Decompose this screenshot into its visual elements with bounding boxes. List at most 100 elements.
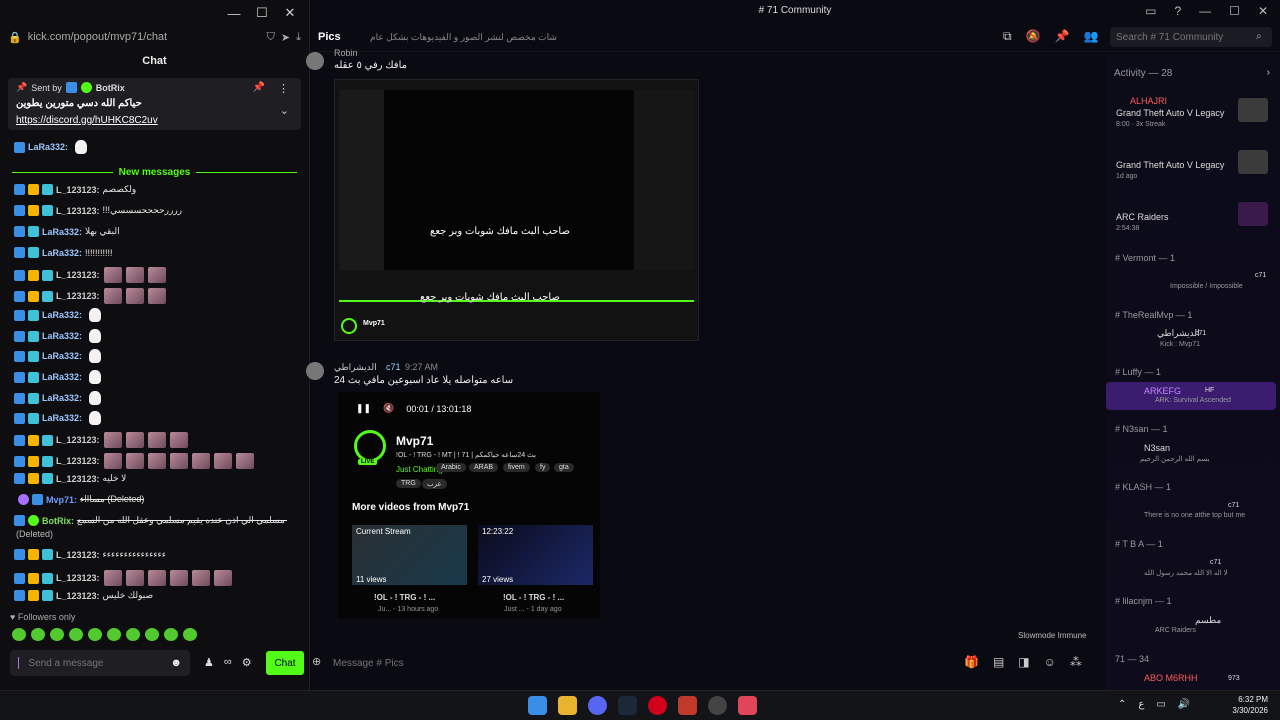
stream-tag[interactable]: عرب [422, 479, 447, 489]
opera-icon[interactable] [648, 696, 667, 715]
emote-icon[interactable] [12, 628, 26, 641]
pin-icon[interactable]: 📌 [1055, 29, 1070, 44]
chat-username[interactable]: L_123123: [56, 591, 100, 601]
avatar[interactable] [306, 52, 324, 70]
avatar[interactable] [306, 362, 324, 380]
chat-username[interactable]: LaRa332: [42, 331, 82, 341]
chat-username[interactable]: LaRa332: [28, 142, 68, 152]
stream-tag[interactable]: Arabic [436, 463, 466, 472]
attached-screenshot[interactable]: صاحب البث مافك شوبات وبر جعع صاحب البث م… [334, 79, 699, 341]
download-icon[interactable]: ⤓ [296, 31, 301, 44]
chat-username[interactable]: Mvp71: [46, 495, 77, 505]
chat-username[interactable]: BotRix: [42, 516, 74, 526]
video-embed[interactable]: ❚❚ 🔇 00:01 / 13:01:18 LIVE Mvp71 !OL - !… [338, 392, 600, 619]
app-icon[interactable] [708, 696, 727, 715]
chat-username[interactable]: LaRa332: [42, 413, 82, 423]
emoji-icon[interactable]: ☻ [170, 657, 182, 669]
chat-message-input[interactable] [28, 657, 161, 669]
highlighted-member[interactable] [1106, 382, 1276, 410]
video-title[interactable]: !OL - ! TRG - ! ... [374, 593, 435, 602]
windows-start-icon[interactable] [528, 696, 547, 715]
tray-chevron-icon[interactable]: ⌃ [1118, 699, 1126, 710]
member-name[interactable]: مطسم [1195, 615, 1221, 626]
language-indicator[interactable]: ع [1138, 699, 1144, 710]
shield-icon[interactable]: ⛉ [267, 31, 275, 44]
server-search-input[interactable] [1110, 27, 1272, 47]
chat-username[interactable]: L_123123: [56, 474, 100, 484]
stream-tag[interactable]: ARAB [469, 463, 499, 472]
chevron-down-icon[interactable]: ⌄ [280, 104, 289, 117]
emote-icon[interactable] [164, 628, 178, 641]
chat-username[interactable]: L_123123: [56, 550, 100, 560]
inbox-icon[interactable]: ▭ [1145, 4, 1156, 18]
stream-tag[interactable]: gta [554, 463, 574, 472]
chevron-right-icon[interactable]: › [1267, 67, 1270, 78]
chat-username[interactable]: LaRa332: [42, 248, 82, 258]
chat-username[interactable]: LaRa332: [42, 393, 82, 403]
chat-username[interactable]: LaRa332: [42, 372, 82, 382]
member-name[interactable]: الديشراطي [1157, 328, 1200, 339]
members-icon[interactable]: 👥 [1083, 29, 1098, 44]
message-author[interactable]: الديشراطي [334, 362, 377, 373]
send-icon[interactable]: ➤ [281, 31, 290, 44]
emote-icon[interactable] [183, 628, 197, 641]
mute-bell-icon[interactable]: 🔕 [1026, 29, 1041, 44]
discord-icon[interactable] [588, 696, 607, 715]
url-bar[interactable]: 🔒 kick.com/popout/mvp71/chat ⛉ ➤ ⤓ [0, 26, 309, 48]
activity-game[interactable]: Grand Theft Auto V Legacy [1116, 108, 1224, 118]
message-composer[interactable]: ⊕ 🎁 ▤ ◨ ☺ ⁂ [310, 651, 1100, 675]
member-name[interactable]: N3san [1144, 443, 1170, 453]
stream-tag[interactable]: fivem [503, 463, 530, 472]
chat-input-box[interactable]: ☻ [10, 650, 190, 676]
taskbar-clock[interactable]: 6:32 PM 3/30/2026 [1224, 694, 1268, 716]
emoji-icon[interactable]: ☺ [1044, 655, 1056, 669]
chat-username[interactable]: L_123123: [56, 435, 100, 445]
stream-tag[interactable]: fy [535, 463, 551, 472]
app-icon[interactable] [738, 696, 757, 715]
mute-icon[interactable]: 🔇 [383, 403, 394, 414]
maximize-icon[interactable]: ☐ [255, 5, 269, 21]
message-author[interactable]: Robin [334, 48, 358, 58]
emote-icon[interactable] [31, 628, 45, 641]
activity-game[interactable]: ARC Raiders [1116, 212, 1169, 222]
chat-username[interactable]: LaRa332: [42, 351, 82, 361]
maximize-icon[interactable]: ☐ [1229, 4, 1240, 18]
sticker-icon[interactable]: ◨ [1018, 655, 1029, 669]
network-icon[interactable]: ▭ [1156, 699, 1165, 710]
emote-icon[interactable] [88, 628, 102, 641]
minimize-icon[interactable]: — [227, 6, 241, 21]
chat-username[interactable]: L_123123: [56, 185, 100, 195]
stream-tag[interactable]: TRG [396, 479, 421, 488]
chat-username[interactable]: LaRa332: [42, 310, 82, 320]
message-input[interactable] [333, 655, 953, 671]
more-icon[interactable]: ⋮ [278, 82, 289, 95]
channel-topic[interactable]: شات مخصص لنشر الصور و الفيديوهات بشكل عا… [370, 32, 557, 43]
minimize-icon[interactable]: — [1199, 4, 1211, 18]
emote-icon[interactable] [126, 628, 140, 641]
infinity-icon[interactable]: ∞ [224, 656, 232, 669]
users-icon[interactable]: ♟ [204, 656, 214, 669]
url-text[interactable]: kick.com/popout/mvp71/chat [28, 31, 261, 43]
pin-icon[interactable]: 📌 [253, 82, 265, 93]
apps-icon[interactable]: ⁂ [1070, 655, 1082, 669]
member-name[interactable]: ARKEFG [1144, 386, 1181, 396]
gif-icon[interactable]: ▤ [993, 655, 1004, 669]
emote-icon[interactable] [69, 628, 83, 641]
chat-send-button[interactable]: Chat [266, 651, 304, 675]
chat-username[interactable]: L_123123: [56, 456, 100, 466]
close-icon[interactable]: ✕ [283, 5, 297, 21]
plus-icon[interactable]: ⊕ [312, 655, 321, 668]
streamer-name[interactable]: Mvp71 [396, 434, 433, 448]
emote-icon[interactable] [50, 628, 64, 641]
help-icon[interactable]: ? [1174, 4, 1181, 18]
pinned-sender[interactable]: BotRix [96, 83, 125, 93]
emote-icon[interactable] [145, 628, 159, 641]
chat-username[interactable]: L_123123: [56, 291, 100, 301]
emote-icon[interactable] [107, 628, 121, 641]
chat-username[interactable]: L_123123: [56, 270, 100, 280]
chat-username[interactable]: L_123123: [56, 206, 100, 216]
pinned-link[interactable]: https://discord.gg/hUHKC8C2uv [16, 115, 293, 126]
chat-username[interactable]: L_123123: [56, 573, 100, 583]
pause-icon[interactable]: ❚❚ [356, 403, 371, 414]
activity-game[interactable]: Grand Theft Auto V Legacy [1116, 160, 1224, 170]
